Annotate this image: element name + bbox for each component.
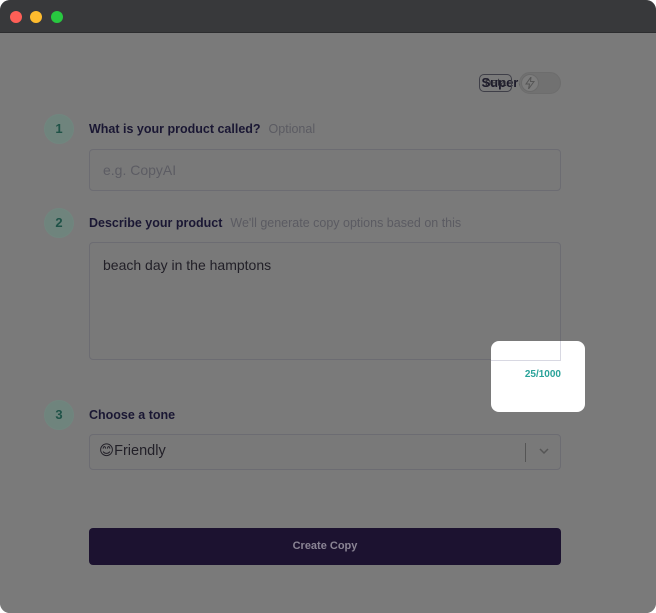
step-1-badge: 1 (44, 114, 74, 144)
product-description-value: beach day in the hamptons (103, 257, 272, 273)
step-2-label: Describe your product We'll generate copy… (89, 216, 461, 230)
select-separator (525, 443, 526, 462)
character-counter: 25/1000 (524, 369, 561, 380)
optional-hint: Optional (268, 122, 316, 136)
product-name-input[interactable]: e.g. CopyAI (89, 149, 561, 191)
smiley-emoji-icon: 😊 (99, 443, 115, 459)
product-name-label: What is your product called? (89, 122, 261, 136)
minimize-window-button[interactable] (30, 11, 42, 23)
title-bar (0, 0, 656, 33)
step-1-label: What is your product called? Optional (89, 122, 315, 136)
step-2-badge: 2 (44, 208, 74, 238)
beta-badge: beta (479, 74, 513, 92)
tone-selected-value: 😊Friendly (99, 443, 166, 459)
toggle-knob (521, 74, 539, 92)
textarea-edge (560, 341, 561, 360)
maximize-window-button[interactable] (51, 11, 63, 23)
close-window-button[interactable] (10, 11, 22, 23)
product-name-placeholder: e.g. CopyAI (103, 162, 177, 178)
tone-label: Friendly (114, 443, 166, 459)
counter-spotlight: 25/1000 (491, 341, 585, 412)
choose-tone-label: Choose a tone (89, 408, 176, 422)
describe-hint: We'll generate copy options based on thi… (230, 216, 462, 230)
tone-select[interactable]: 😊Friendly (89, 434, 561, 470)
step-3-label: Choose a tone (89, 408, 175, 422)
chevron-down-icon[interactable] (538, 445, 550, 457)
app-window: Supercharge beta 1 What is your product … (0, 0, 656, 613)
textarea-edge (491, 360, 561, 361)
describe-product-label: Describe your product (89, 216, 223, 230)
lightning-icon (525, 77, 535, 89)
create-copy-button[interactable]: Create Copy (89, 528, 561, 565)
step-3-badge: 3 (44, 400, 74, 430)
form-container: Supercharge beta 1 What is your product … (0, 34, 656, 613)
supercharge-toggle[interactable] (519, 72, 561, 94)
product-description-textarea[interactable]: beach day in the hamptons (89, 242, 561, 360)
